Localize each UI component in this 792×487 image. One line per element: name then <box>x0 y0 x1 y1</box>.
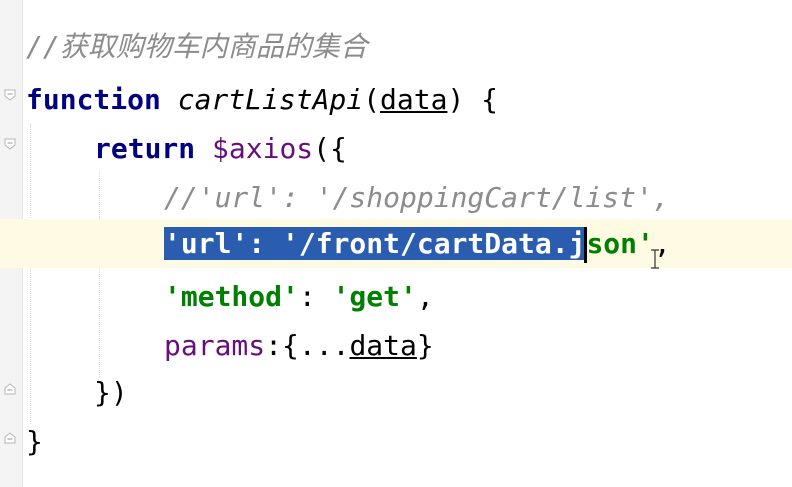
function-name: cartListApi <box>177 83 364 116</box>
call-open: ({ <box>313 132 347 165</box>
param-data: data <box>349 329 417 362</box>
code-comment: //'url': '/shoppingCart/list', <box>164 181 670 214</box>
method-value: 'get' <box>332 280 417 313</box>
code-comment: //获取购物车内商品的集合 <box>26 30 368 63</box>
code-line[interactable]: //'url': '/shoppingCart/list', <box>0 173 792 222</box>
colon: : <box>298 280 333 313</box>
function-close: } <box>26 425 43 458</box>
code-line-current[interactable]: 'url': '/front/cartData.json', <box>0 219 792 268</box>
param-data: data <box>380 83 448 116</box>
axios-identifier: $axios <box>212 132 314 165</box>
spread-open: :{... <box>265 329 350 362</box>
keyword-function: function <box>26 83 161 116</box>
code-line[interactable]: //获取购物车内商品的集合 <box>0 22 792 71</box>
code-line[interactable]: }) <box>0 368 792 417</box>
url-string-selected: 'url': '/front/cartData.j <box>164 227 586 260</box>
brace-close: } <box>416 329 434 362</box>
selected-text[interactable]: 'url': '/front/cartData.j <box>164 227 586 260</box>
keyword-return: return <box>94 132 196 165</box>
paren-open: ( <box>363 83 381 116</box>
code-line[interactable]: params:{...data} <box>0 321 792 370</box>
params-key: params <box>164 329 266 362</box>
code-line[interactable]: } <box>0 417 792 466</box>
method-key: 'method' <box>164 280 299 313</box>
code-line[interactable]: return $axios({ <box>0 124 792 173</box>
code-line[interactable]: 'method': 'get', <box>0 272 792 321</box>
comma: , <box>416 280 434 313</box>
ibeam-cursor-icon <box>650 249 660 269</box>
code-line[interactable]: function cartListApi(data) { <box>0 75 792 124</box>
call-close: }) <box>94 376 128 409</box>
url-string-rest: son' <box>586 227 654 260</box>
paren-close-brace: ) { <box>447 83 499 116</box>
